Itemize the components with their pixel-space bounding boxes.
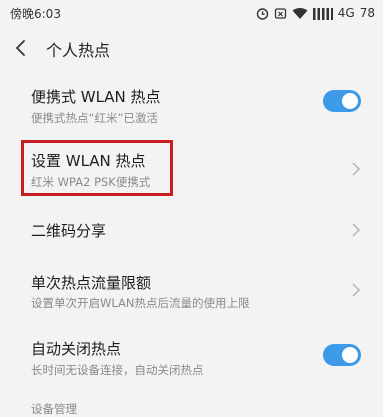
- setting-qr-share[interactable]: 二维码分享: [0, 210, 383, 250]
- setting-subtitle: 便携式热点“红米”已激活: [31, 111, 158, 125]
- setting-subtitle: 设置单次开启WLAN热点后流量的使用上限: [31, 296, 250, 310]
- status-time: 傍晚6:03: [10, 7, 61, 21]
- chevron-right-icon: [352, 283, 361, 297]
- signal-icon: [312, 7, 333, 20]
- mute-icon: [274, 7, 286, 19]
- setting-title: 便携式 WLAN 热点: [31, 88, 161, 106]
- setting-auto-close[interactable]: 自动关闭热点 长时间无设备连接，自动关闭热点: [0, 336, 383, 386]
- alarm-icon: [256, 7, 268, 20]
- page-header: 个人热点: [0, 26, 383, 70]
- setting-title: 二维码分享: [31, 222, 107, 240]
- setting-portable-hotspot[interactable]: 便携式 WLAN 热点 便携式热点“红米”已激活: [0, 80, 383, 130]
- setting-title: 单次热点流量限额: [31, 274, 152, 292]
- chevron-left-icon[interactable]: [14, 38, 28, 58]
- hotspot-toggle[interactable]: [323, 90, 361, 112]
- chevron-right-icon: [352, 223, 361, 237]
- status-bar: 傍晚6:03 4G 78: [0, 0, 383, 26]
- page-title: 个人热点: [46, 41, 111, 60]
- setting-data-limit[interactable]: 单次热点流量限额 设置单次开启WLAN热点后流量的使用上限: [0, 268, 383, 318]
- auto-close-toggle[interactable]: [323, 344, 361, 366]
- chevron-right-icon: [352, 162, 361, 176]
- network-type: 4G: [337, 6, 355, 20]
- status-icons: 4G 78: [256, 4, 375, 22]
- highlight-box: [21, 140, 173, 196]
- battery-level: 78: [359, 6, 375, 20]
- setting-subtitle: 长时间无设备连接，自动关闭热点: [31, 363, 204, 377]
- wifi-icon: [292, 7, 308, 19]
- setting-title: 自动关闭热点: [31, 340, 122, 358]
